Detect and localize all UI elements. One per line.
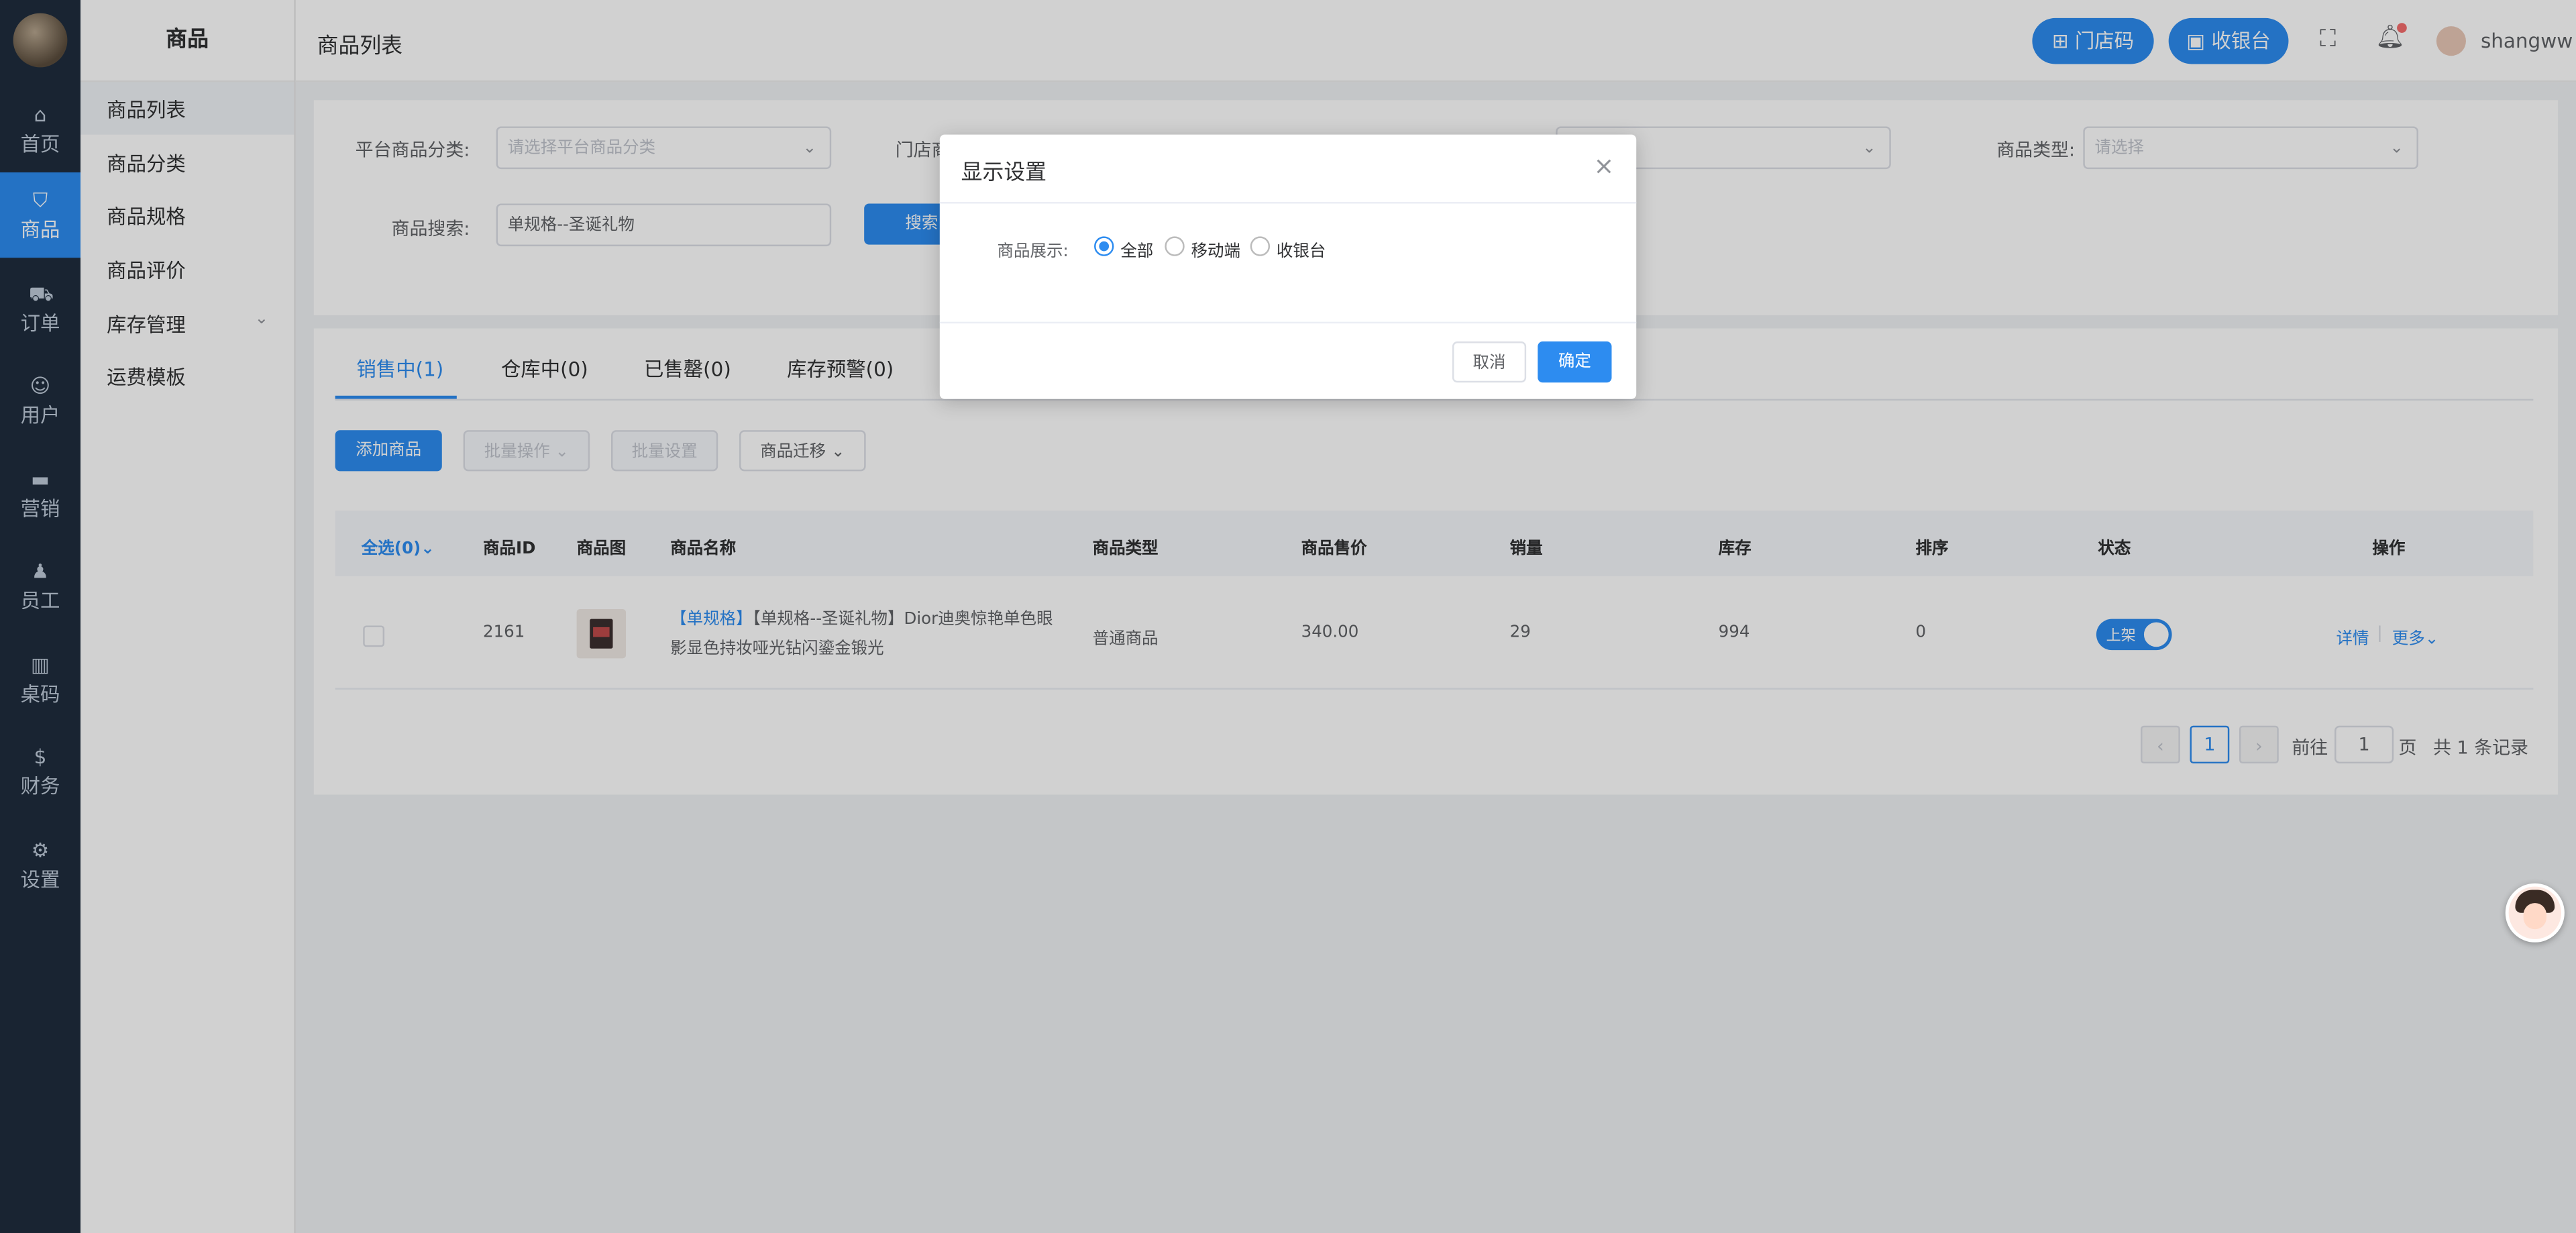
dialog-header-divider [939, 202, 1637, 204]
confirm-button[interactable]: 确定 [1538, 341, 1612, 383]
close-icon[interactable]: × [1594, 151, 1615, 180]
cancel-button[interactable]: 取消 [1452, 341, 1527, 383]
radio-cashier-label[interactable]: 收银台 [1277, 236, 1326, 261]
radio-all[interactable] [1094, 236, 1114, 256]
dialog-footer-divider [939, 321, 1637, 324]
radio-mobile-label[interactable]: 移动端 [1191, 236, 1240, 261]
display-settings-dialog: 显示设置 × 取消 确定 [939, 134, 1637, 399]
dialog-title: 显示设置 [961, 160, 1047, 186]
assistant-avatar[interactable] [2505, 883, 2565, 943]
display-field-label: 商品展示: [997, 243, 1069, 262]
radio-all-label[interactable]: 全部 [1120, 236, 1153, 261]
radio-cashier[interactable] [1250, 236, 1271, 256]
radio-mobile[interactable] [1165, 236, 1185, 256]
